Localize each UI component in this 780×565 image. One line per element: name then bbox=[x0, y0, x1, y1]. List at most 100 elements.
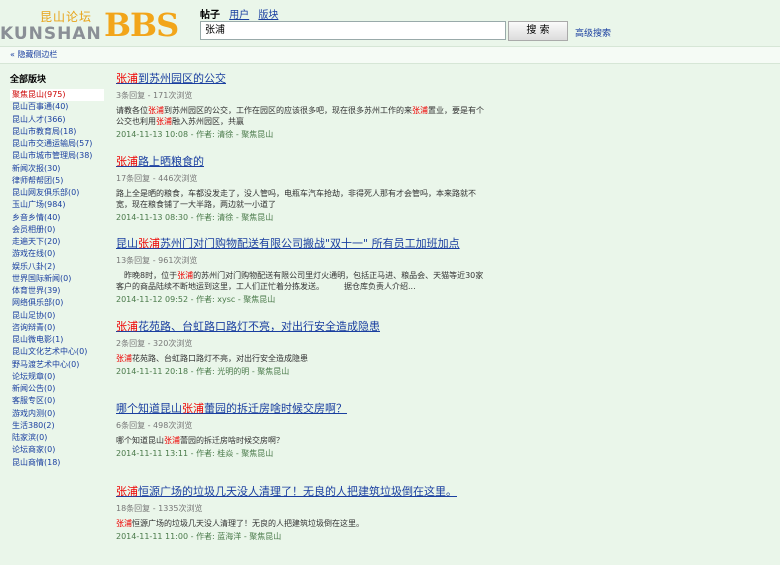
text-segment: 恒源广场的垃圾几天没人清理了！无良的人把建筑垃圾倒在这里。 bbox=[138, 485, 457, 498]
tab-users[interactable]: 用户 bbox=[229, 10, 249, 21]
result-stats: 18条回复 - 1335次浏览 bbox=[116, 503, 496, 514]
sidebar-item[interactable]: 新闻公告(0) bbox=[10, 383, 104, 395]
sidebar-item[interactable]: 游戏内测(0) bbox=[10, 408, 104, 420]
result-item: 张浦路上晒粮食的17条回复 - 446次浏览路上全是晒的粮食，车都没发走了，没人… bbox=[116, 153, 496, 236]
sidebar-item[interactable]: 新闻次报(30) bbox=[10, 163, 104, 175]
sidebar-item[interactable]: 玉山广场(984) bbox=[10, 199, 104, 211]
tab-boards[interactable]: 版块 bbox=[258, 10, 278, 21]
keyword-highlight: 张浦 bbox=[116, 485, 138, 498]
result-stats: 13条回复 - 961次浏览 bbox=[116, 255, 496, 266]
result-title-link[interactable]: 张浦花苑路、台虹路口路灯不亮，对出行安全造成隐患 bbox=[116, 318, 496, 334]
result-title-link[interactable]: 昆山张浦苏州门对门购物配送有限公司搬战"双十一" 所有员工加班加点 bbox=[116, 235, 496, 251]
sidebar-item[interactable]: 昆山市教育局(18) bbox=[10, 126, 104, 138]
result-info: 2014-11-13 08:30 - 作者: 清徐 - 聚焦昆山 bbox=[116, 212, 496, 223]
result-stats: 2条回复 - 320次浏览 bbox=[116, 338, 496, 349]
keyword-highlight: 张浦 bbox=[116, 354, 132, 363]
site-logo[interactable]: 昆山论坛 KUNSHAN BBS bbox=[0, 4, 186, 44]
result-snippet: 昨晚8时，位于张浦的苏州门对门购物配送有限公司里灯火通明，包括正马进、粮品会、天… bbox=[116, 270, 488, 292]
text-segment: 恒源广场的垃圾几天没人清理了！无良的人把建筑垃圾倒在这里。 bbox=[132, 519, 364, 528]
sidebar-item[interactable]: 乡音乡情(40) bbox=[10, 212, 104, 224]
sidebar-item[interactable]: 昆山足协(0) bbox=[10, 310, 104, 322]
sidebar-title: 全部版块 bbox=[10, 72, 104, 85]
sidebar-item[interactable]: 娱乐八卦(2) bbox=[10, 261, 104, 273]
search-input[interactable]: 张浦 bbox=[200, 21, 506, 40]
sidebar-item[interactable]: 野马渡艺术中心(0) bbox=[10, 359, 104, 371]
text-segment: 昨晚8时，位于 bbox=[116, 271, 177, 280]
result-stats: 3条回复 - 171次浏览 bbox=[116, 90, 496, 101]
sidebar-item[interactable]: 昆山百事通(40) bbox=[10, 101, 104, 113]
hide-sidebar-link[interactable]: « 隐藏侧边栏 bbox=[10, 49, 57, 60]
result-item: 张浦到苏州园区的公交3条回复 - 171次浏览请教各位张浦到苏州园区的公交，工作… bbox=[116, 70, 496, 153]
result-item: 昆山张浦苏州门对门购物配送有限公司搬战"双十一" 所有员工加班加点 13条回复 -… bbox=[116, 235, 496, 318]
board-sidebar: 全部版块 聚焦昆山(975)昆山百事通(40)昆山人才(366)昆山市教育局(1… bbox=[10, 72, 104, 469]
keyword-highlight: 张浦 bbox=[138, 237, 160, 250]
keyword-highlight: 张浦 bbox=[116, 519, 132, 528]
sidebar-item[interactable]: 咨询辩青(0) bbox=[10, 322, 104, 334]
sidebar-item[interactable]: 昆山微电影(1) bbox=[10, 334, 104, 346]
result-info: 2014-11-11 20:18 - 作者: 光明的明 - 聚焦昆山 bbox=[116, 366, 496, 377]
result-snippet: 哪个知道昆山张浦蕾园的拆迁房啥时候交房啊？ bbox=[116, 435, 488, 446]
result-snippet: 请教各位张浦到苏州园区的公交，工作在园区的应该很多吧，现在很多苏州工作的来张浦置… bbox=[116, 105, 488, 127]
sidebar-item[interactable]: 昆山网友俱乐部(0) bbox=[10, 187, 104, 199]
sidebar-item[interactable]: 网络俱乐部(0) bbox=[10, 297, 104, 309]
logo-english: KUNSHAN bbox=[0, 24, 102, 44]
result-title-link[interactable]: 哪个知道昆山张浦蕾园的拆迁房啥时候交房啊？ bbox=[116, 400, 496, 416]
text-segment: 哪个知道昆山 bbox=[116, 436, 164, 445]
sidebar-item[interactable]: 客服专区(0) bbox=[10, 395, 104, 407]
sidebar-list: 聚焦昆山(975)昆山百事通(40)昆山人才(366)昆山市教育局(18)昆山市… bbox=[10, 89, 104, 469]
advanced-search-link[interactable]: 高级搜索 bbox=[575, 26, 611, 39]
keyword-highlight: 张浦 bbox=[164, 436, 180, 445]
result-snippet: 张浦恒源广场的垃圾几天没人清理了！无良的人把建筑垃圾倒在这里。 bbox=[116, 518, 488, 529]
sidebar-item[interactable]: 会员相册(0) bbox=[10, 224, 104, 236]
keyword-highlight: 张浦 bbox=[412, 106, 428, 115]
result-info: 2014-11-13 10:08 - 作者: 清徐 - 聚焦昆山 bbox=[116, 129, 496, 140]
result-stats: 6条回复 - 498次浏览 bbox=[116, 420, 496, 431]
hide-sidebar-bar: « 隐藏侧边栏 bbox=[0, 46, 780, 64]
search-button[interactable]: 搜 索 bbox=[508, 21, 568, 41]
keyword-highlight: 张浦 bbox=[116, 320, 138, 333]
keyword-highlight: 张浦 bbox=[177, 271, 193, 280]
sidebar-item[interactable]: 体育世界(39) bbox=[10, 285, 104, 297]
tab-posts[interactable]: 帖子 bbox=[200, 10, 220, 21]
result-title-link[interactable]: 张浦路上晒粮食的 bbox=[116, 153, 496, 169]
result-title-link[interactable]: 张浦到苏州园区的公交 bbox=[116, 70, 496, 86]
result-item: 张浦恒源广场的垃圾几天没人清理了！无良的人把建筑垃圾倒在这里。18条回复 - 1… bbox=[116, 483, 496, 565]
logo-bbs: BBS bbox=[104, 6, 178, 44]
keyword-highlight: 张浦 bbox=[182, 402, 204, 415]
result-title-link[interactable]: 张浦恒源广场的垃圾几天没人清理了！无良的人把建筑垃圾倒在这里。 bbox=[116, 483, 496, 499]
sidebar-item[interactable]: 论坛商家(0) bbox=[10, 444, 104, 456]
search-type-tabs: 帖子 用户 版块 bbox=[200, 6, 284, 21]
sidebar-item[interactable]: 生活380(2) bbox=[10, 420, 104, 432]
text-segment: 路上晒粮食的 bbox=[138, 155, 204, 168]
text-segment: 花苑路、台虹路口路灯不亮，对出行安全造成隐患 bbox=[132, 354, 308, 363]
keyword-highlight: 张浦 bbox=[116, 155, 138, 168]
sidebar-item[interactable]: 律师帮帮团(5) bbox=[10, 175, 104, 187]
sidebar-item[interactable]: 昆山文化艺术中心(0) bbox=[10, 346, 104, 358]
result-item: 张浦花苑路、台虹路口路灯不亮，对出行安全造成隐患2条回复 - 320次浏览张浦花… bbox=[116, 318, 496, 401]
logo-chinese: 昆山论坛 bbox=[40, 8, 92, 25]
sidebar-item[interactable]: 论坛规章(0) bbox=[10, 371, 104, 383]
sidebar-item[interactable]: 昆山商情(18) bbox=[10, 457, 104, 469]
text-segment: 请教各位 bbox=[116, 106, 148, 115]
text-segment: 花苑路、台虹路口路灯不亮，对出行安全造成隐患 bbox=[138, 320, 380, 333]
sidebar-item[interactable]: 游戏在线(0) bbox=[10, 248, 104, 260]
sidebar-item[interactable]: 昆山市城市管理局(38) bbox=[10, 150, 104, 162]
search-results: 张浦到苏州园区的公交3条回复 - 171次浏览请教各位张浦到苏州园区的公交，工作… bbox=[116, 70, 496, 565]
result-item: 哪个知道昆山张浦蕾园的拆迁房啥时候交房啊？6条回复 - 498次浏览哪个知道昆山… bbox=[116, 400, 496, 483]
sidebar-item[interactable]: 聚焦昆山(975) bbox=[10, 89, 104, 101]
sidebar-item[interactable]: 走遍天下(20) bbox=[10, 236, 104, 248]
result-info: 2014-11-11 11:00 - 作者: 蓝海洋 - 聚焦昆山 bbox=[116, 531, 496, 542]
text-segment: 路上全是晒的粮食，车都没发走了，没人管吗，电瓶车汽车抢劫，非得死人那有才会管吗，… bbox=[116, 189, 476, 209]
sidebar-item[interactable]: 昆山市交通运输局(57) bbox=[10, 138, 104, 150]
sidebar-item[interactable]: 昆山人才(366) bbox=[10, 114, 104, 126]
text-segment: 蕾园的拆迁房啥时候交房啊？ bbox=[204, 402, 347, 415]
keyword-highlight: 张浦 bbox=[116, 72, 138, 85]
result-info: 2014-11-11 13:11 - 作者: 桂焱 - 聚焦昆山 bbox=[116, 448, 496, 459]
result-snippet: 张浦花苑路、台虹路口路灯不亮，对出行安全造成隐患 bbox=[116, 353, 488, 364]
text-segment: 苏州门对门购物配送有限公司搬战"双十一" 所有员工加班加点 bbox=[160, 237, 460, 250]
sidebar-item[interactable]: 陆家滨(0) bbox=[10, 432, 104, 444]
result-snippet: 路上全是晒的粮食，车都没发走了，没人管吗，电瓶车汽车抢劫，非得死人那有才会管吗，… bbox=[116, 188, 488, 210]
text-segment: 融入苏州园区，共赢 bbox=[172, 117, 244, 126]
text-segment: 哪个知道昆山 bbox=[116, 402, 182, 415]
sidebar-item[interactable]: 世界国际新闻(0) bbox=[10, 273, 104, 285]
